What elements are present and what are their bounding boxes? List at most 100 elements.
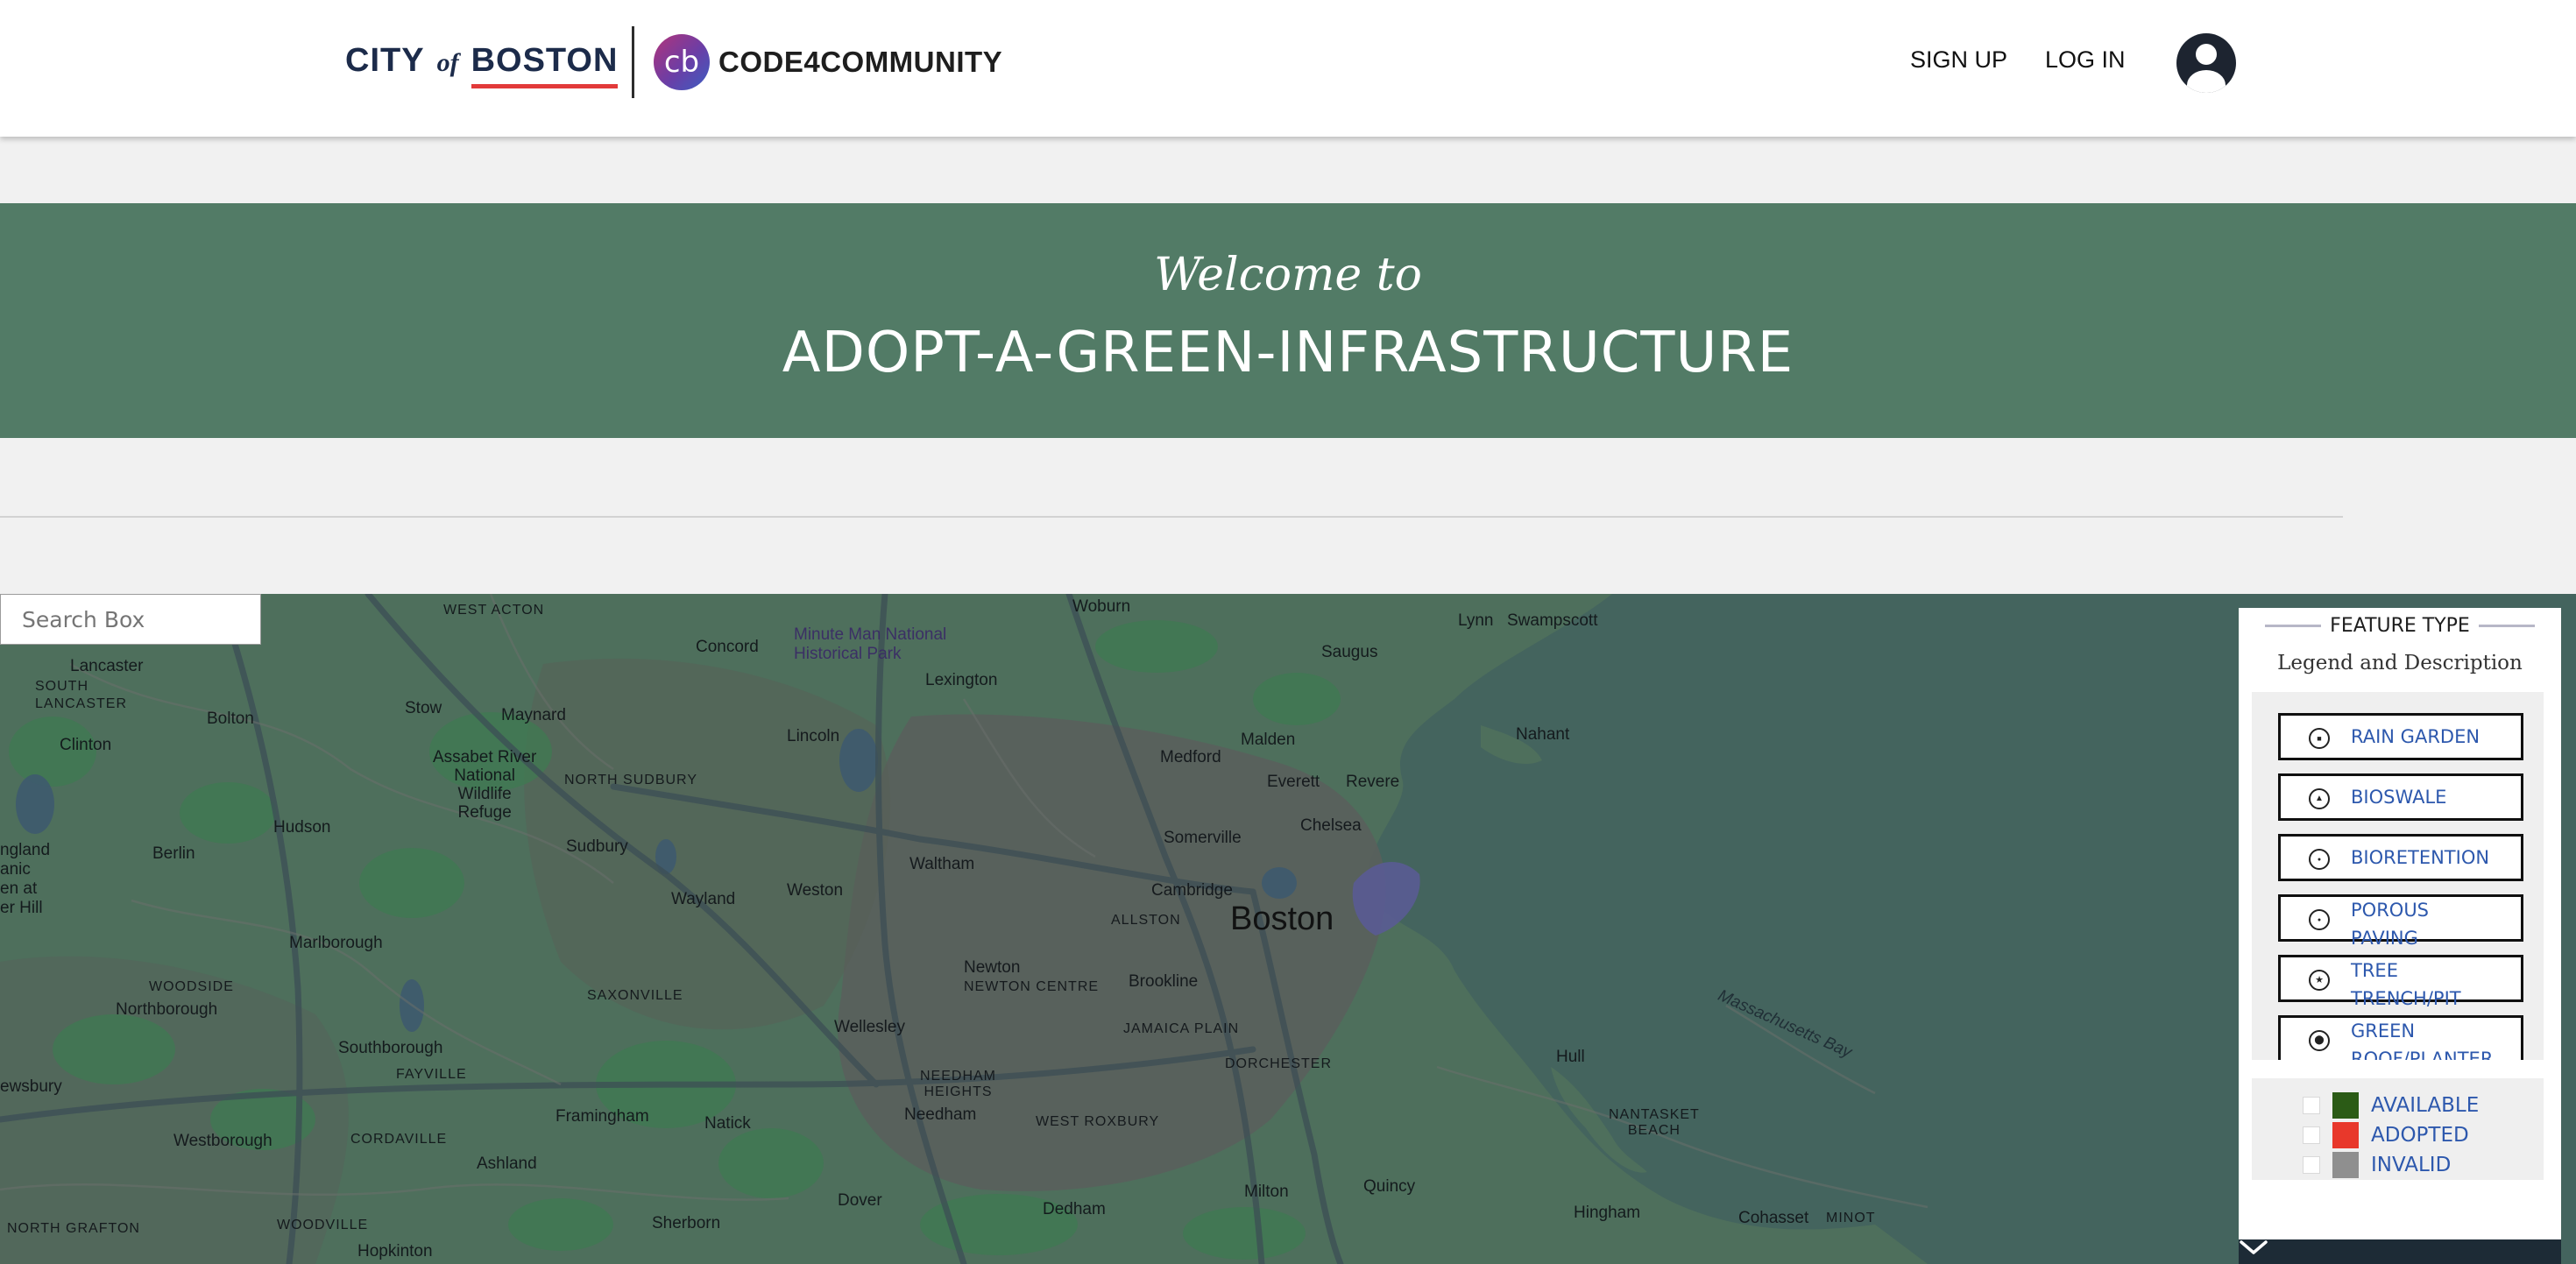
- map-label: Wellesley: [834, 1018, 905, 1036]
- map-label: Dedham: [1043, 1200, 1106, 1218]
- map-label: Westborough: [173, 1132, 272, 1150]
- map-label: Chelsea: [1300, 816, 1362, 835]
- welcome-banner: Welcome to ADOPT-A-GREEN-INFRASTRUCTURE: [0, 203, 2576, 438]
- feature-green-roof-button[interactable]: ⬤ GREEN ROOF/PLANTER: [2278, 1015, 2523, 1060]
- status-invalid-swatch: [2332, 1152, 2359, 1178]
- feature-bioretention-button[interactable]: ● BIORETENTION: [2278, 834, 2523, 881]
- feature-tree-trench-button[interactable]: ★ TREE TRENCH/PIT: [2278, 955, 2523, 1009]
- map-label: Cambridge: [1151, 881, 1233, 900]
- feature-bioswale-button[interactable]: ▲ BIOSWALE: [2278, 773, 2523, 821]
- status-label: AVAILABLE: [2371, 1094, 2480, 1117]
- section-divider: [0, 516, 2343, 518]
- map-label: Swampscott: [1507, 611, 1598, 630]
- map-label: Southborough: [338, 1039, 443, 1057]
- logo-divider: [632, 26, 634, 98]
- map-label: NEEDHAM HEIGHTS: [920, 1069, 997, 1099]
- map-label: Waltham: [909, 855, 975, 873]
- map-label: Natick: [704, 1114, 751, 1133]
- map-label: WEST ACTON: [443, 603, 545, 618]
- map-label: Brookline: [1129, 972, 1199, 991]
- legend-heading-rule: [2265, 624, 2322, 627]
- map-label: Northborough: [116, 1000, 218, 1019]
- map-label: Berlin: [152, 844, 195, 863]
- map-label: Lynn: [1458, 611, 1494, 630]
- map-search-input[interactable]: [0, 594, 261, 645]
- map-label: Maynard: [501, 706, 566, 724]
- map-label: Clinton: [60, 736, 112, 754]
- feature-label: BIORETENTION: [2351, 847, 2490, 868]
- map-label: NANTASKET BEACH: [1609, 1107, 1700, 1138]
- map-label: ALLSTON: [1111, 913, 1181, 928]
- map-label: Nahant: [1516, 725, 1570, 744]
- map-label: Quincy: [1363, 1177, 1416, 1196]
- feature-label: POROUS PAVING: [2351, 900, 2430, 949]
- map-label: CORDAVILLE: [350, 1132, 448, 1147]
- feature-porous-paving-button[interactable]: ● POROUS PAVING: [2278, 894, 2523, 949]
- feature-label: TREE TRENCH/PIT: [2351, 960, 2461, 1009]
- avatar-head: [2196, 44, 2217, 65]
- sign-up-link[interactable]: SIGN UP: [1910, 46, 2007, 74]
- map-label: Milton: [1244, 1183, 1289, 1201]
- status-adopted-swatch: [2332, 1122, 2359, 1148]
- status-invalid-row[interactable]: INVALID: [2303, 1152, 2451, 1178]
- map-label: ngland anic en at er Hill: [0, 841, 51, 917]
- status-available-swatch: [2332, 1092, 2359, 1119]
- status-available-row[interactable]: AVAILABLE: [2303, 1092, 2479, 1119]
- map-label: Woburn: [1072, 597, 1131, 616]
- status-available-checkbox[interactable]: [2303, 1097, 2320, 1114]
- map-label: Bolton: [207, 710, 254, 728]
- icon-glyph: ●: [2317, 856, 2322, 863]
- feature-label: BIOSWALE: [2351, 787, 2447, 808]
- feature-legend-panel: FEATURE TYPE Legend and Description ■ RA…: [2239, 608, 2561, 1264]
- legend-subheading: Legend and Description: [2277, 652, 2523, 674]
- account-circle-icon[interactable]: [2176, 33, 2236, 93]
- chevron-down-icon: [2240, 1240, 2268, 1254]
- map-label: Hingham: [1574, 1204, 1641, 1222]
- map-label: Medford: [1160, 748, 1221, 766]
- map-label: Somerville: [1164, 829, 1242, 847]
- map-label: Marlborough: [289, 934, 383, 952]
- map-label: Saugus: [1321, 643, 1378, 661]
- log-in-link[interactable]: LOG IN: [2045, 46, 2126, 74]
- map-label: Newton: [964, 958, 1021, 977]
- map-label: Concord: [696, 638, 759, 656]
- map-label: Ashland: [477, 1155, 537, 1173]
- map-label: Wayland: [671, 890, 736, 908]
- map-label: MINOT: [1826, 1211, 1876, 1225]
- map-label: Framingham: [556, 1107, 649, 1126]
- map-label: Sherborn: [652, 1214, 721, 1232]
- status-filter-box: AVAILABLE ADOPTED INVALID: [2252, 1078, 2544, 1180]
- map-label: Cohasset: [1738, 1209, 1809, 1227]
- logo-of-text: of: [436, 48, 459, 77]
- map-label: Sudbury: [566, 837, 628, 856]
- code4community-logo-mark-icon: cb: [654, 34, 710, 90]
- icon-glyph: ⬤: [2314, 1035, 2325, 1045]
- status-invalid-checkbox[interactable]: [2303, 1156, 2320, 1174]
- logo-city-text: CITY: [345, 42, 425, 79]
- map-label: FAYVILLE: [396, 1067, 467, 1082]
- map-label: WOODSIDE: [149, 979, 234, 994]
- feature-label: GREEN ROOF/PLANTER: [2351, 1020, 2494, 1060]
- map-label: Hopkinton: [357, 1242, 433, 1260]
- map-label: DORCHESTER: [1225, 1056, 1333, 1071]
- icon-glyph: ★: [2315, 974, 2324, 985]
- feature-type-list[interactable]: ■ RAIN GARDEN ▲ BIOSWALE ● BIORETENTION …: [2252, 692, 2544, 1060]
- map-label: Everett: [1267, 773, 1320, 791]
- city-of-boston-logo[interactable]: CITY of BOSTON: [345, 42, 619, 91]
- status-adopted-checkbox[interactable]: [2303, 1126, 2320, 1144]
- avatar-body: [2187, 70, 2226, 93]
- square-dot-icon: ■: [2309, 728, 2330, 749]
- feature-rain-garden-button[interactable]: ■ RAIN GARDEN: [2278, 713, 2523, 760]
- map-label: SOUTH LANCASTER: [35, 679, 128, 711]
- map-label: SAXONVILLE: [587, 988, 683, 1003]
- map-label: Weston: [787, 881, 844, 900]
- icon-glyph: ●: [2317, 916, 2322, 923]
- map-label: Stow: [405, 699, 442, 717]
- star-icon: ★: [2309, 970, 2330, 991]
- dot-icon: ●: [2309, 849, 2330, 870]
- map-view[interactable]: Woburn Lynn Swampscott WEST ACTON Lancas…: [0, 594, 2576, 1264]
- map-label: ewsbury: [0, 1077, 62, 1096]
- map-label: Assabet River National Wildlife Refuge: [433, 748, 537, 822]
- status-adopted-row[interactable]: ADOPTED: [2303, 1122, 2469, 1148]
- legend-collapse-button[interactable]: [2239, 1239, 2561, 1264]
